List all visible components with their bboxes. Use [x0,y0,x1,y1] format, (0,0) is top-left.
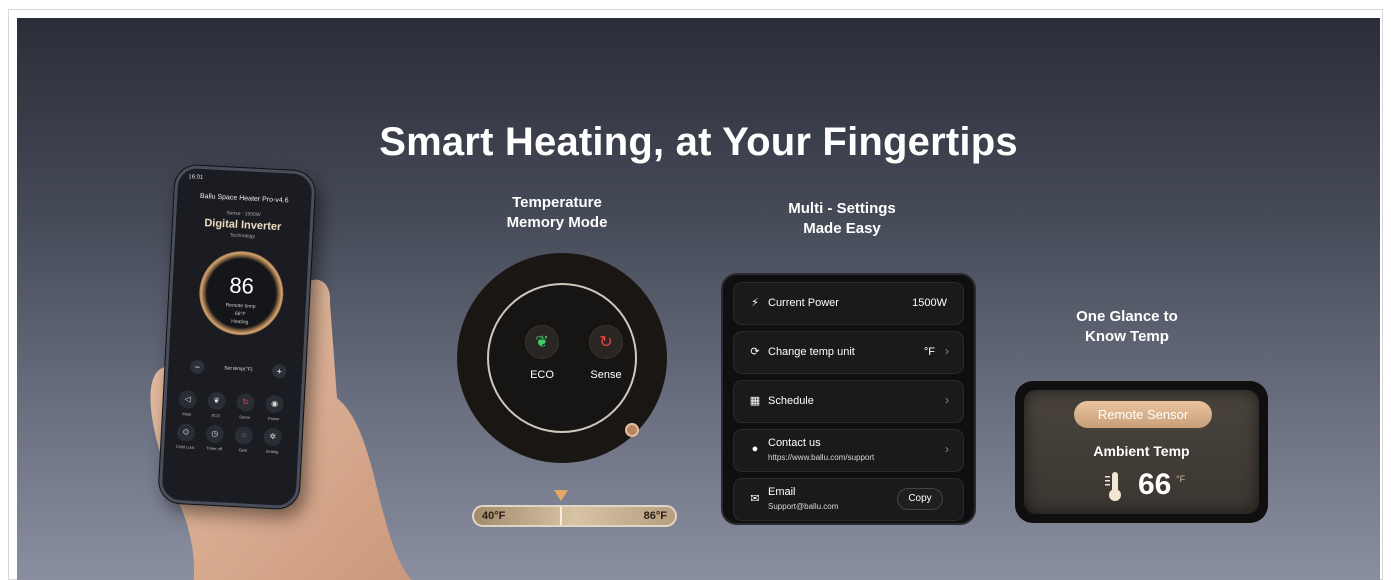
dial-knob[interactable] [625,423,639,437]
leaf-icon[interactable]: ❦ [207,391,227,411]
control-label-child-lock: Child Lock [175,443,195,450]
temp-unit-label: Change temp unit [768,346,855,358]
caption-multi-settings: Multi - Settings Made Easy [788,200,896,237]
phone-mockup: 16:01 Ballu Space Heater Pro-v4.6 Sense … [158,164,316,510]
slider-handle[interactable] [560,507,562,525]
caption-one-glance: One Glance to Know Temp [1076,308,1178,345]
settings-row-current-power[interactable]: ⚡ Current Power 1500W [733,282,964,325]
ambient-temp-unit: °F [1176,474,1186,484]
contact-url[interactable]: https://www.ballu.com/support [768,453,874,462]
remote-sensor-badge[interactable]: Remote Sensor [1074,401,1212,428]
cycle-icon: ⟳ [750,346,760,358]
sense-icon[interactable]: ↻ [236,393,256,412]
ambient-temp-card: Remote Sensor Ambient Temp 66 °F [1015,381,1268,523]
settings-panel: ⚡ Current Power 1500W ⟳ Change temp unit… [721,273,976,525]
control-label-setting: Setting [265,448,279,455]
caption-memory-mode: Temperature Memory Mode [506,194,608,231]
sense-mode-label: Sense [590,369,622,381]
control-label-timer-off: Timer off [206,445,223,452]
lightning-icon: ⚡ [751,297,759,309]
ambient-temp-title: Ambient Temp [1093,443,1190,459]
control-label-eco: ECO [211,412,221,419]
temperature-range-slider[interactable]: 40°F 86°F [472,505,677,527]
dial-face [487,283,637,433]
person-icon: ● [751,443,759,455]
eco-mode-label: ECO [530,369,554,381]
phone-temp-dial[interactable]: 86 Remote temp 68°F Heating [197,249,286,338]
settings-row-email[interactable]: ✉ Email Support@ballu.com Copy [733,478,964,521]
contact-label: Contact us [768,437,821,449]
phone-status-time: 16:01 [188,174,204,182]
temp-unit-value: °F [923,346,935,358]
current-power-label: Current Power [768,297,839,309]
chevron-right-icon: › [945,393,949,407]
calendar-icon: ▦ [749,395,761,407]
temperature-dial[interactable]: ❦ ↻ ECO Sense [457,253,667,463]
settings-row-schedule[interactable]: ▦ Schedule › [733,380,964,423]
hero-banner: Smart Heating, at Your Fingertips Temper… [17,18,1380,580]
phone-temp-value: 86 [228,272,255,299]
control-label-mute: Mute [182,411,192,417]
control-label-gear: Gear [238,447,248,453]
email-label: Email [768,486,796,498]
gear-icon[interactable]: ◌ [234,426,254,445]
mail-icon: ✉ [750,493,760,505]
slider-pointer-icon [554,490,568,501]
ambient-temp-screen: Remote Sensor Ambient Temp 66 °F [1024,390,1259,514]
copy-email-button[interactable]: Copy [897,488,943,510]
slider-min-label: 40°F [482,510,506,522]
settings-row-contact[interactable]: ● Contact us https://www.ballu.com/suppo… [733,429,964,472]
chevron-right-icon: › [945,344,949,358]
phone-app-title: Ballu Space Heater Pro-v4.6 [199,192,289,205]
control-label-power: Power [267,415,280,422]
power-icon[interactable]: ◉ [265,394,285,414]
sense-refresh-icon[interactable]: ↻ [589,325,623,359]
current-power-value: 1500W [912,297,947,309]
email-address: Support@ballu.com [768,502,839,511]
lock-icon[interactable]: ⊙ [176,422,196,442]
eco-leaf-icon[interactable]: ❦ [525,325,559,359]
schedule-label: Schedule [768,395,814,407]
timer-icon[interactable]: ◷ [205,424,225,444]
thermometer-icon [1105,472,1121,501]
control-label-sense: Sense [239,414,251,420]
settings-icon[interactable]: ✲ [263,427,283,447]
page-headline: Smart Heating, at Your Fingertips [379,120,1018,164]
ambient-temp-value: 66 [1138,468,1172,501]
chevron-right-icon: › [945,442,949,456]
slider-max-label: 86°F [643,510,667,522]
settings-row-temp-unit[interactable]: ⟳ Change temp unit °F › [733,331,964,374]
speaker-icon[interactable]: ◁ [178,390,198,409]
